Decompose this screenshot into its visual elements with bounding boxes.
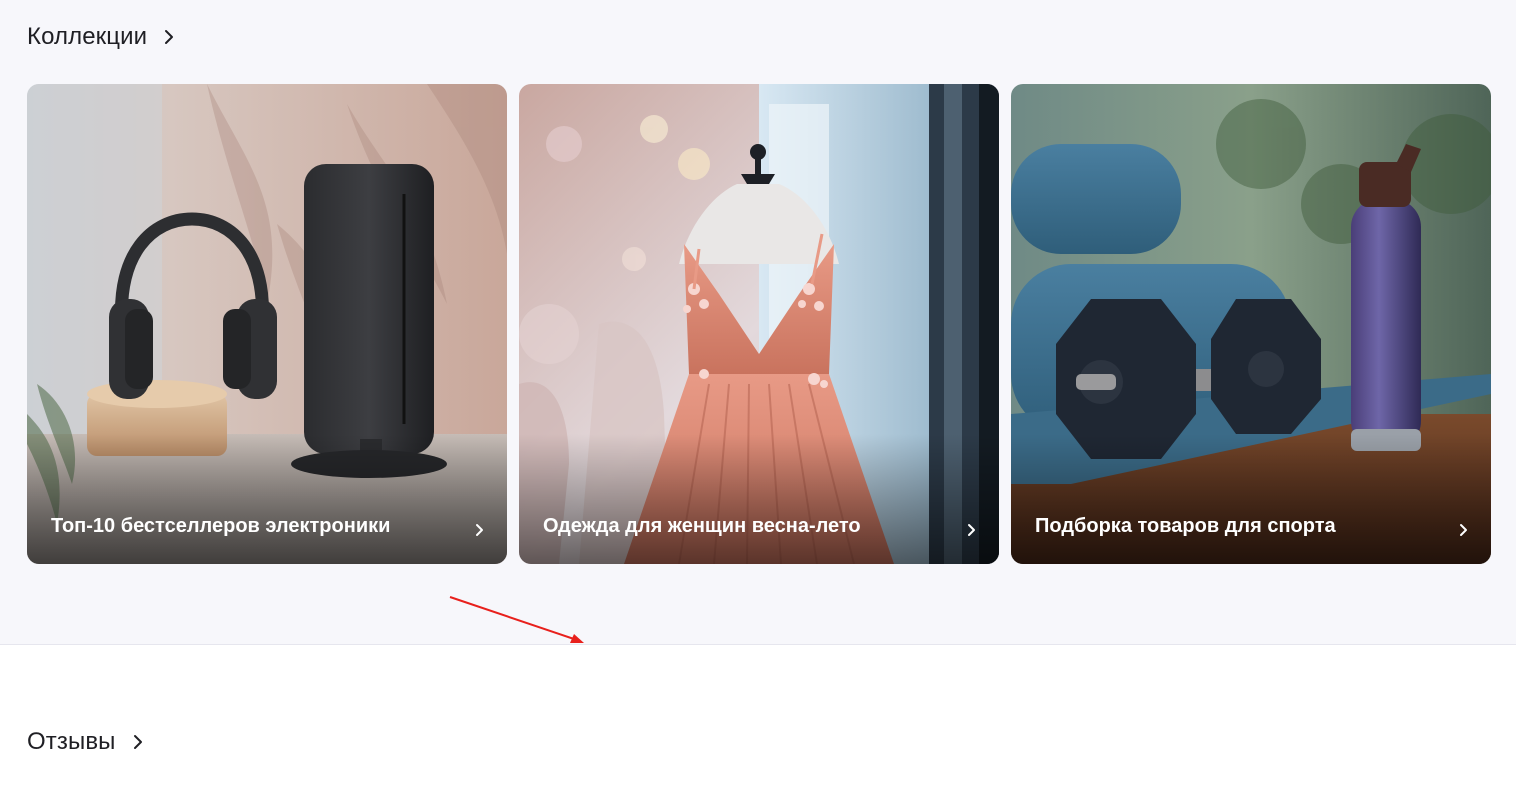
chevron-right-icon (469, 520, 489, 540)
caption-gradient (27, 434, 507, 564)
collections-carousel: Топ-10 бестселлеров электроники Одежда д… (27, 84, 1491, 564)
caption-gradient (1011, 434, 1491, 564)
collections-section: Коллекции Топ-10 бестселлеров электроник… (0, 0, 1516, 645)
reviews-title: Отзывы (27, 728, 116, 755)
chevron-right-icon (1453, 520, 1473, 540)
collection-card-label: Подборка товаров для спорта (1035, 515, 1336, 537)
collections-title: Коллекции (27, 23, 148, 50)
collection-card-label: Топ-10 бестселлеров электроники (51, 515, 391, 537)
collections-header-link[interactable]: Коллекции (27, 22, 181, 52)
chevron-right-icon (126, 730, 150, 754)
collection-card-label: Одежда для женщин весна-лето (543, 515, 861, 537)
collection-card-electronics[interactable]: Топ-10 бестселлеров электроники (27, 84, 507, 564)
chevron-right-icon (961, 520, 981, 540)
chevron-right-icon (157, 25, 181, 49)
collection-card-women-clothing[interactable]: Одежда для женщин весна-лето (519, 84, 999, 564)
caption-gradient (519, 434, 999, 564)
reviews-header-link[interactable]: Отзывы (27, 727, 150, 757)
collection-card-sport[interactable]: Подборка товаров для спорта (1011, 84, 1491, 564)
